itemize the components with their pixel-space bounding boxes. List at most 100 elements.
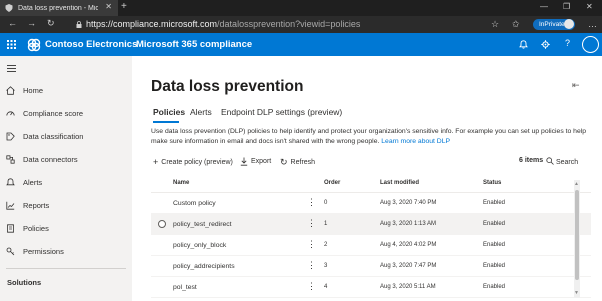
key-icon [6, 247, 15, 256]
browser-tab[interactable]: Data loss prevention - Microsoft ✕ [0, 0, 118, 16]
brand-name[interactable]: Contoso Electronics [45, 39, 137, 50]
nav-item-data-connectors[interactable]: Data connectors [0, 150, 132, 170]
hamburger-menu-icon[interactable] [7, 65, 16, 72]
policy-modified: Aug 3, 2020 1:13 AM [380, 221, 437, 227]
search-icon [546, 157, 554, 165]
table-scrollbar[interactable]: ▲ ▼ [574, 180, 580, 298]
export-label: Export [251, 158, 272, 165]
more-options-icon[interactable]: ⋮ [307, 197, 316, 208]
app-launcher-icon[interactable] [7, 40, 16, 49]
nav-item-permissions[interactable]: Permissions [0, 242, 132, 262]
nav-item-reports[interactable]: Reports [0, 196, 132, 216]
policy-status: Enabled [483, 242, 506, 248]
address-bar-row: ← → ↻ https://compliance.microsoft.com/d… [0, 16, 602, 33]
nav-item-alerts[interactable]: Alerts [0, 173, 132, 193]
app-header: Contoso Electronics Microsoft 365 compli… [0, 33, 602, 56]
close-window-button[interactable]: ✕ [586, 2, 593, 11]
main-content: ⇤ Data loss prevention Policies Alerts E… [132, 56, 602, 301]
column-header-name[interactable]: Name [173, 180, 189, 186]
more-options-icon[interactable]: ⋮ [307, 239, 316, 250]
nav-item-label: Home [23, 86, 44, 95]
nav-item-label: Permissions [23, 247, 64, 256]
table-row[interactable]: pol_test ⋮ 4 Aug 3, 2020 5:11 AM Enabled [151, 277, 591, 298]
more-options-icon[interactable]: ⋮ [307, 218, 316, 229]
tab-policies[interactable]: Policies [153, 107, 185, 117]
policy-modified: Aug 3, 2020 5:11 AM [380, 284, 436, 290]
add-icon: + [153, 157, 159, 167]
column-header-last-modified[interactable]: Last modified [380, 180, 419, 186]
tab-endpoint-dlp-settings[interactable]: Endpoint DLP settings (preview) [221, 107, 342, 117]
nav-divider [6, 268, 126, 269]
table-row[interactable]: policy_test_redirect ⋮ 1 Aug 3, 2020 1:1… [151, 214, 591, 235]
gauge-icon [6, 111, 15, 116]
url-text: https://compliance.microsoft.com/datalos… [86, 19, 360, 29]
policies-icon [7, 224, 14, 233]
create-policy-button[interactable]: + Create policy (preview) [153, 157, 233, 167]
connector-icon [6, 155, 15, 164]
refresh-list-button[interactable]: ↻ Refresh [280, 157, 315, 168]
policy-name[interactable]: pol_test [173, 284, 197, 291]
more-options-icon[interactable]: ⋮ [307, 281, 316, 292]
policy-order: 0 [324, 200, 328, 206]
help-icon[interactable]: ? [565, 38, 570, 48]
tab-close-icon[interactable]: ✕ [105, 2, 112, 11]
scroll-up-icon[interactable]: ▲ [574, 181, 579, 187]
policy-order: 4 [324, 284, 328, 290]
export-button[interactable]: Export [240, 157, 271, 166]
search-button[interactable]: Search [546, 157, 578, 166]
description-text: Use data loss prevention (DLP) policies … [151, 128, 587, 145]
minimize-button[interactable]: — [540, 2, 548, 11]
new-tab-button[interactable]: + [121, 1, 127, 12]
download-icon [240, 157, 248, 166]
policy-order: 3 [324, 263, 328, 269]
lock-icon [76, 21, 82, 28]
table-row[interactable]: Custom policy ⋮ 0 Aug 3, 2020 7:40 PM En… [151, 193, 591, 214]
refresh-button[interactable]: ↻ [47, 18, 55, 29]
bell-icon[interactable] [519, 40, 528, 49]
policy-status: Enabled [483, 221, 506, 227]
maximize-button[interactable]: ❐ [563, 2, 570, 11]
forward-button[interactable]: → [27, 18, 36, 28]
nav-item-compliance-score[interactable]: Compliance score [0, 104, 132, 124]
browser-menu-icon[interactable]: … [588, 19, 597, 29]
policy-name[interactable]: Custom policy [173, 200, 216, 207]
policy-status: Enabled [483, 284, 506, 290]
collapse-panel-icon[interactable]: ⇤ [572, 80, 580, 91]
scroll-down-icon[interactable]: ▼ [574, 290, 579, 296]
learn-more-link[interactable]: Learn more about DLP [381, 138, 450, 145]
nav-item-data-classification[interactable]: Data classification [0, 127, 132, 147]
gear-icon[interactable] [541, 40, 550, 49]
product-name[interactable]: Microsoft 365 compliance [136, 39, 252, 50]
tab-title: Data loss prevention - Microsoft [18, 4, 98, 12]
url-field[interactable]: https://compliance.microsoft.com/datalos… [68, 18, 498, 31]
item-count: 6 items [519, 157, 544, 164]
back-button[interactable]: ← [8, 18, 17, 28]
more-options-icon[interactable]: ⋮ [307, 260, 316, 271]
home-icon [6, 86, 15, 95]
nav-item-policies[interactable]: Policies [0, 219, 132, 239]
collections-icon[interactable]: ✩ [512, 19, 520, 30]
page-description: Use data loss prevention (DLP) policies … [151, 127, 591, 147]
active-tab-indicator [153, 121, 179, 123]
classification-icon [6, 132, 15, 141]
nav-item-label: Data classification [23, 132, 84, 141]
policy-name[interactable]: policy_only_block [173, 242, 226, 249]
nav-item-home[interactable]: Home [0, 81, 132, 101]
inprivate-label: InPrivate [539, 21, 565, 28]
policy-modified: Aug 4, 2020 4:02 PM [380, 242, 437, 248]
column-header-status[interactable]: Status [483, 180, 501, 186]
row-select-radio[interactable] [158, 220, 166, 228]
tab-alerts[interactable]: Alerts [190, 107, 212, 117]
policy-name[interactable]: policy_addrecipients [173, 263, 235, 270]
alert-bell-icon [6, 178, 15, 186]
user-avatar[interactable] [582, 36, 599, 53]
policy-modified: Aug 3, 2020 7:47 PM [380, 263, 437, 269]
reports-chart-icon [6, 201, 15, 210]
column-header-order[interactable]: Order [324, 180, 340, 186]
table-row[interactable]: policy_addrecipients ⋮ 3 Aug 3, 2020 7:4… [151, 256, 591, 277]
table-row[interactable]: policy_only_block ⋮ 2 Aug 4, 2020 4:02 P… [151, 235, 591, 256]
policy-name[interactable]: policy_test_redirect [173, 221, 232, 228]
favorite-icon[interactable]: ☆ [491, 19, 499, 30]
scrollbar-thumb[interactable] [575, 190, 579, 280]
profile-avatar[interactable] [564, 19, 574, 29]
